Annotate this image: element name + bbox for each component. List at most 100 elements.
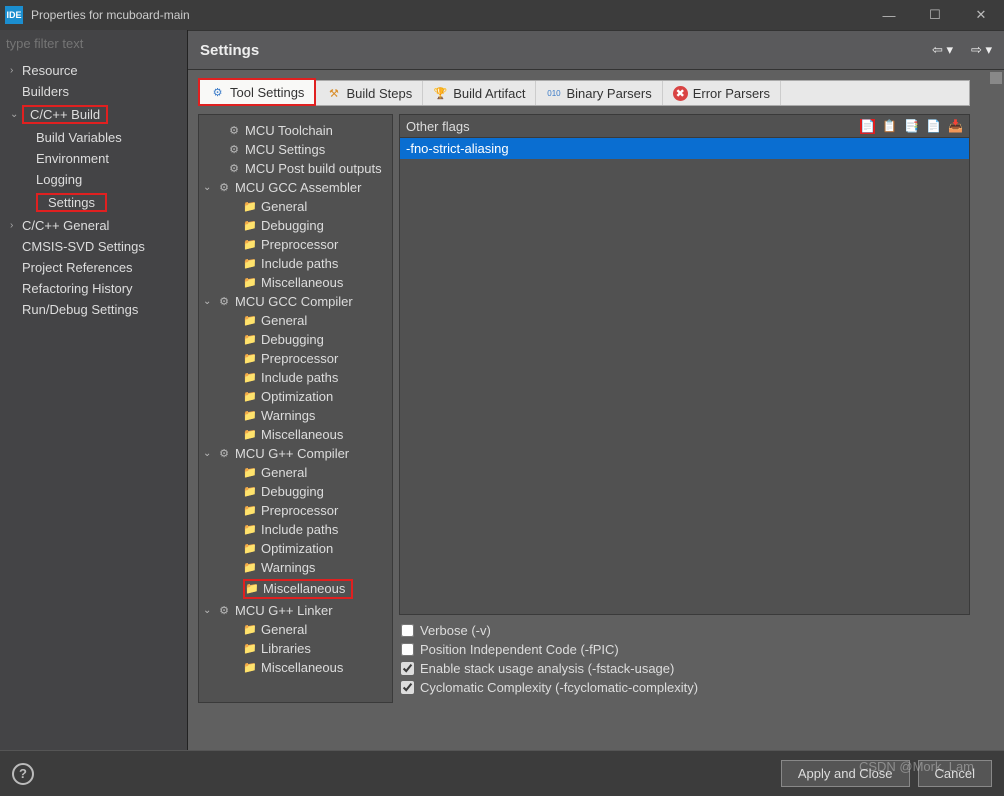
close-button[interactable]: ✕ (958, 0, 1004, 30)
tool-tree-item[interactable]: ⌄⚙MCU G++ Linker (201, 601, 390, 620)
window-title: Properties for mcuboard-main (31, 8, 866, 22)
option-checkbox-row[interactable]: Cyclomatic Complexity (-fcyclomatic-comp… (401, 678, 968, 697)
add-flag-icon[interactable]: 📄 (860, 119, 875, 134)
tool-tree-label: Include paths (261, 370, 338, 385)
tool-tree-item[interactable]: 📁Debugging (201, 482, 390, 501)
folder-icon: 📁 (243, 504, 257, 517)
folder-icon: 📁 (243, 623, 257, 636)
tool-tree-item[interactable]: ⚙MCU Settings (201, 140, 390, 159)
tool-tree-label: Libraries (261, 641, 311, 656)
tab-build-steps[interactable]: ⚒ Build Steps (316, 81, 423, 105)
tool-tree-label: General (261, 622, 307, 637)
checkbox[interactable] (401, 681, 414, 694)
help-button[interactable]: ? (12, 763, 34, 785)
apply-and-close-button[interactable]: Apply and Close (781, 760, 910, 787)
right-panel: Settings ⇦ ▾ ⇨ ▾ ⚙ Tool Settings ⚒ Build… (188, 30, 1004, 750)
tool-tree-item[interactable]: 📁Warnings (201, 406, 390, 425)
folder-icon: 📁 (243, 661, 257, 674)
tool-tree-item[interactable]: 📁Preprocessor (201, 349, 390, 368)
checkbox[interactable] (401, 624, 414, 637)
content-area: ⚙ Tool Settings ⚒ Build Steps 🏆 Build Ar… (188, 70, 1004, 750)
tool-tree-label: Miscellaneous (261, 427, 343, 442)
tool-tree-item[interactable]: 📁Warnings (201, 558, 390, 577)
expand-arrow-icon: ⌄ (203, 448, 213, 459)
left-panel: ›Resource Builders ⌄C/C++ BuildBuild Varia… (0, 30, 188, 750)
tool-tree-item[interactable]: 📁Include paths (201, 520, 390, 539)
nav-item[interactable]: Builders (6, 81, 187, 102)
nav-item[interactable]: CMSIS-SVD Settings (6, 236, 187, 257)
tool-tree-item[interactable]: ⌄⚙MCU GCC Assembler (201, 178, 390, 197)
tool-tree-item[interactable]: 📁Miscellaneous (201, 425, 390, 444)
tab-error-parsers[interactable]: ✖ Error Parsers (663, 81, 781, 105)
cancel-button[interactable]: Cancel (918, 760, 992, 787)
tool-tree-item[interactable]: ⌄⚙MCU G++ Compiler (201, 444, 390, 463)
nav-subitem[interactable]: Build Variables (6, 127, 187, 148)
option-checkbox-row[interactable]: Enable stack usage analysis (-fstack-usa… (401, 659, 968, 678)
maximize-button[interactable]: ☐ (912, 0, 958, 30)
folder-icon: 📁 (243, 257, 257, 270)
tool-right-panel: Other flags 📄 📋 📑 📄 📥 -fno-strict-aliasi… (399, 114, 970, 703)
tool-tree-item[interactable]: 📁General (201, 311, 390, 330)
edit-flag-icon[interactable]: 📑 (904, 119, 919, 134)
app-icon: IDE (5, 6, 23, 24)
folder-icon: 📁 (243, 219, 257, 232)
nav-item[interactable]: ›Resource (6, 60, 187, 81)
other-flags-list[interactable]: -fno-strict-aliasing (399, 138, 970, 615)
tool-tree-item[interactable]: ⌄⚙MCU GCC Compiler (201, 292, 390, 311)
back-arrow-icon[interactable]: ⇦ ▾ (932, 42, 953, 58)
nav-item-label: C/C++ General (22, 218, 109, 233)
nav-item[interactable]: Project References (6, 257, 187, 278)
move-down-icon[interactable]: 📥 (948, 119, 963, 134)
tool-tree-item[interactable]: 📁Optimization (201, 539, 390, 558)
vertical-scrollbar[interactable] (990, 70, 1002, 750)
flag-item[interactable]: -fno-strict-aliasing (400, 138, 969, 159)
nav-subitem[interactable]: Environment (6, 148, 187, 169)
tool-tree-label: Debugging (261, 332, 324, 347)
tool-tree-item[interactable]: ⚙MCU Toolchain (201, 121, 390, 140)
tool-tree-item[interactable]: 📁Include paths (201, 254, 390, 273)
tool-tree-item[interactable]: ⚙MCU Post build outputs (201, 159, 390, 178)
nav-subitem[interactable]: Settings (6, 190, 187, 215)
minimize-button[interactable]: — (866, 0, 912, 30)
forward-arrow-icon[interactable]: ⇨ ▾ (971, 42, 992, 58)
move-up-icon[interactable]: 📄 (926, 119, 941, 134)
option-checkbox-row[interactable]: Position Independent Code (-fPIC) (401, 640, 968, 659)
gear-icon: ⚙ (227, 162, 241, 175)
tool-tree-item[interactable]: 📁Preprocessor (201, 235, 390, 254)
tool-tree-item[interactable]: 📁Debugging (201, 216, 390, 235)
tab-binary-parsers[interactable]: 010 Binary Parsers (536, 81, 662, 105)
nav-item-label: Builders (22, 84, 69, 99)
build-steps-icon: ⚒ (326, 86, 341, 101)
nav-item[interactable]: ⌄C/C++ Build (6, 102, 187, 127)
checkbox[interactable] (401, 662, 414, 675)
nav-item[interactable]: Refactoring History (6, 278, 187, 299)
nav-subitem[interactable]: Logging (6, 169, 187, 190)
folder-icon: 📁 (243, 276, 257, 289)
tool-tree-item[interactable]: 📁Miscellaneous (201, 577, 390, 601)
tool-tree-item[interactable]: 📁 Include paths (201, 368, 390, 387)
tool-tree-item[interactable]: 📁Preprocessor (201, 501, 390, 520)
tab-tool-settings[interactable]: ⚙ Tool Settings (198, 78, 316, 106)
checkbox[interactable] (401, 643, 414, 656)
tool-tree-label: General (261, 199, 307, 214)
filter-input[interactable] (0, 30, 187, 56)
expand-arrow-icon: ⌄ (203, 296, 213, 307)
expand-arrow-icon: ⌄ (10, 109, 22, 120)
folder-icon: 📁 (243, 371, 257, 384)
tool-tree-item[interactable]: 📁General (201, 197, 390, 216)
remove-flag-icon[interactable]: 📋 (882, 119, 897, 134)
tool-tree-label: General (261, 465, 307, 480)
tab-build-artifact[interactable]: 🏆 Build Artifact (423, 81, 536, 105)
gear-icon: ⚙ (217, 447, 231, 460)
tool-tree-item[interactable]: 📁Libraries (201, 639, 390, 658)
nav-item[interactable]: Run/Debug Settings (6, 299, 187, 320)
tool-tree-item[interactable]: 📁Debugging (201, 330, 390, 349)
tool-tree-item[interactable]: 📁 General (201, 620, 390, 639)
tool-tree-item[interactable]: 📁Miscellaneous (201, 658, 390, 677)
option-checkbox-row[interactable]: Verbose (-v) (401, 621, 968, 640)
nav-item[interactable]: ›C/C++ General (6, 215, 187, 236)
tool-tree-item[interactable]: 📁Optimization (201, 387, 390, 406)
tool-tree-item[interactable]: 📁Miscellaneous (201, 273, 390, 292)
tool-tree-item[interactable]: 📁General (201, 463, 390, 482)
checkbox-label: Cyclomatic Complexity (-fcyclomatic-comp… (420, 680, 698, 695)
